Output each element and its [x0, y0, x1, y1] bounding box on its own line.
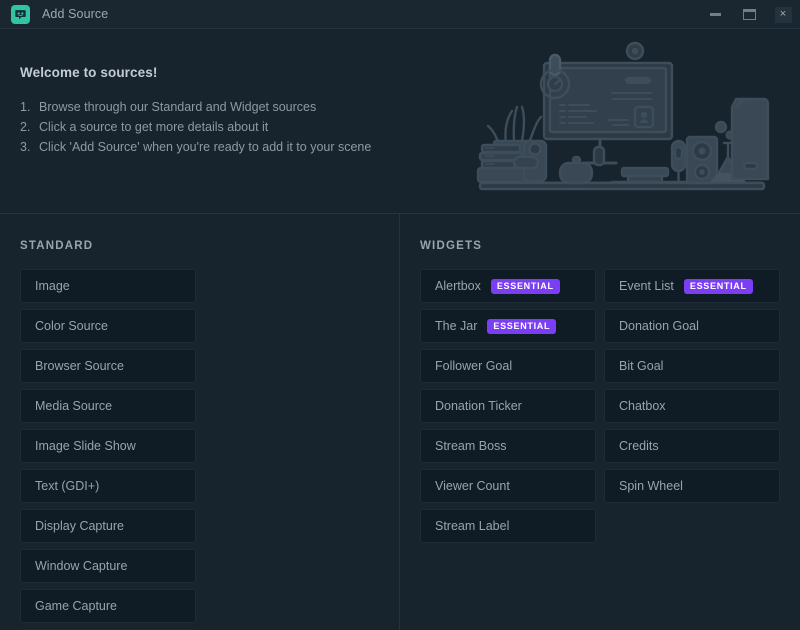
source-label: Bit Goal: [619, 359, 663, 373]
desk-setup-illustration: [472, 37, 772, 212]
source-columns: STANDARD Image Color Source Browser Sour…: [0, 214, 800, 630]
widget-item-bit-goal[interactable]: Bit Goal: [604, 349, 780, 383]
source-label: Image: [35, 279, 70, 293]
widget-item-chatbox[interactable]: Chatbox: [604, 389, 780, 423]
essential-badge: ESSENTIAL: [684, 279, 753, 294]
source-item-display-capture[interactable]: Display Capture: [20, 509, 196, 543]
source-label: Viewer Count: [435, 479, 510, 493]
source-item-image-slide-show[interactable]: Image Slide Show: [20, 429, 196, 463]
essential-badge: ESSENTIAL: [487, 319, 556, 334]
welcome-steps: 1. Browse through our Standard and Widge…: [20, 97, 371, 157]
standard-heading: STANDARD: [20, 240, 379, 252]
source-label: Game Capture: [35, 599, 117, 613]
source-label: Media Source: [35, 399, 112, 413]
source-label: Stream Boss: [435, 439, 507, 453]
welcome-step: 3. Click 'Add Source' when you're ready …: [20, 137, 371, 157]
source-item-media-source[interactable]: Media Source: [20, 389, 196, 423]
window-controls: ×: [698, 0, 800, 29]
widget-item-event-list[interactable]: Event List ESSENTIAL: [604, 269, 780, 303]
maximize-icon: [743, 9, 756, 20]
source-item-game-capture[interactable]: Game Capture: [20, 589, 196, 623]
source-label: Display Capture: [35, 519, 124, 533]
source-label: The Jar: [435, 319, 477, 333]
widgets-source-grid: Alertbox ESSENTIAL Event List ESSENTIAL …: [420, 269, 780, 543]
standard-column: STANDARD Image Color Source Browser Sour…: [0, 214, 400, 630]
widget-item-donation-goal[interactable]: Donation Goal: [604, 309, 780, 343]
source-item-browser-source[interactable]: Browser Source: [20, 349, 196, 383]
widget-item-stream-boss[interactable]: Stream Boss: [420, 429, 596, 463]
source-label: Window Capture: [35, 559, 127, 573]
source-label: Text (GDI+): [35, 479, 99, 493]
standard-source-grid: Image Color Source Browser Source Media …: [20, 269, 379, 630]
widget-item-donation-ticker[interactable]: Donation Ticker: [420, 389, 596, 423]
source-label: Donation Ticker: [435, 399, 522, 413]
minimize-button[interactable]: [698, 0, 732, 29]
window-title: Add Source: [42, 7, 108, 21]
widget-item-viewer-count[interactable]: Viewer Count: [420, 469, 596, 503]
welcome-step: 1. Browse through our Standard and Widge…: [20, 97, 371, 117]
source-label: Donation Goal: [619, 319, 699, 333]
source-label: Alertbox: [435, 279, 481, 293]
minimize-icon: [710, 13, 721, 16]
source-label: Stream Label: [435, 519, 509, 533]
welcome-step: 2. Click a source to get more details ab…: [20, 117, 371, 137]
step-text: Click a source to get more details about…: [39, 117, 268, 137]
source-label: Event List: [619, 279, 674, 293]
welcome-header: Welcome to sources! 1. Browse through ou…: [0, 29, 800, 214]
source-item-color-source[interactable]: Color Source: [20, 309, 196, 343]
streamlabs-logo-icon: [11, 5, 30, 24]
source-label: Browser Source: [35, 359, 124, 373]
source-label: Credits: [619, 439, 659, 453]
close-icon: ×: [775, 7, 792, 23]
source-label: Follower Goal: [435, 359, 512, 373]
step-text: Click 'Add Source' when you're ready to …: [39, 137, 371, 157]
widgets-heading: WIDGETS: [420, 240, 780, 252]
source-label: Color Source: [35, 319, 108, 333]
source-label: Image Slide Show: [35, 439, 136, 453]
title-bar: Add Source ×: [0, 0, 800, 29]
step-number: 1.: [20, 97, 39, 117]
essential-badge: ESSENTIAL: [491, 279, 560, 294]
source-label: Chatbox: [619, 399, 666, 413]
maximize-button[interactable]: [732, 0, 766, 29]
source-item-image[interactable]: Image: [20, 269, 196, 303]
welcome-block: Welcome to sources! 1. Browse through ou…: [20, 65, 371, 157]
widget-item-follower-goal[interactable]: Follower Goal: [420, 349, 596, 383]
step-number: 2.: [20, 117, 39, 137]
widget-item-the-jar[interactable]: The Jar ESSENTIAL: [420, 309, 596, 343]
step-number: 3.: [20, 137, 39, 157]
welcome-title: Welcome to sources!: [20, 65, 371, 80]
widgets-column: WIDGETS Alertbox ESSENTIAL Event List ES…: [400, 214, 800, 630]
widget-item-stream-label[interactable]: Stream Label: [420, 509, 596, 543]
widget-item-credits[interactable]: Credits: [604, 429, 780, 463]
widget-item-spin-wheel[interactable]: Spin Wheel: [604, 469, 780, 503]
close-button[interactable]: ×: [766, 0, 800, 29]
widget-item-alertbox[interactable]: Alertbox ESSENTIAL: [420, 269, 596, 303]
step-text: Browse through our Standard and Widget s…: [39, 97, 316, 117]
source-label: Spin Wheel: [619, 479, 683, 493]
add-source-window: Add Source × Welcome to sources! 1. Brow…: [0, 0, 800, 630]
source-item-text-gdi[interactable]: Text (GDI+): [20, 469, 196, 503]
source-item-window-capture[interactable]: Window Capture: [20, 549, 196, 583]
